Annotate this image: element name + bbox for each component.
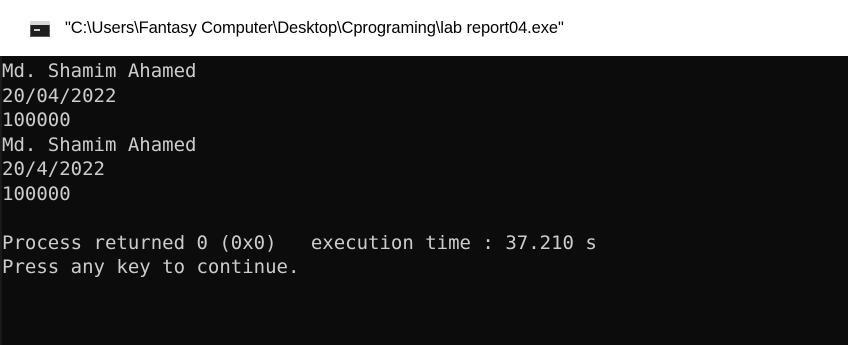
output-line-date-2: 20/4/2022 [2,158,105,180]
output-line-name-2: Md. Shamim Ahamed [2,133,197,156]
output-line-date-1: 20/04/2022 [2,84,117,107]
continue-prompt-line: Press any key to continue. [2,256,300,278]
window-title: "C:\Users\Fantasy Computer\Desktop\Cprog… [65,18,564,37]
title-bar[interactable]: "C:\Users\Fantasy Computer\Desktop\Cprog… [0,0,848,56]
output-line-name-1: Md. Shamim Ahamed [2,60,197,82]
output-line-amount-1: 100000 [2,109,71,131]
console-app-icon[interactable] [30,20,50,37]
console-output[interactable]: Md. Shamim Ahamed 20/04/2022 100000 Md. … [0,56,848,345]
console-window: "C:\Users\Fantasy Computer\Desktop\Cprog… [0,0,848,345]
output-line-amount-2: 100000 [2,182,71,205]
process-status-line: Process returned 0 (0x0) execution time … [2,231,597,254]
left-border [0,56,2,345]
output-line-blank [2,206,848,231]
